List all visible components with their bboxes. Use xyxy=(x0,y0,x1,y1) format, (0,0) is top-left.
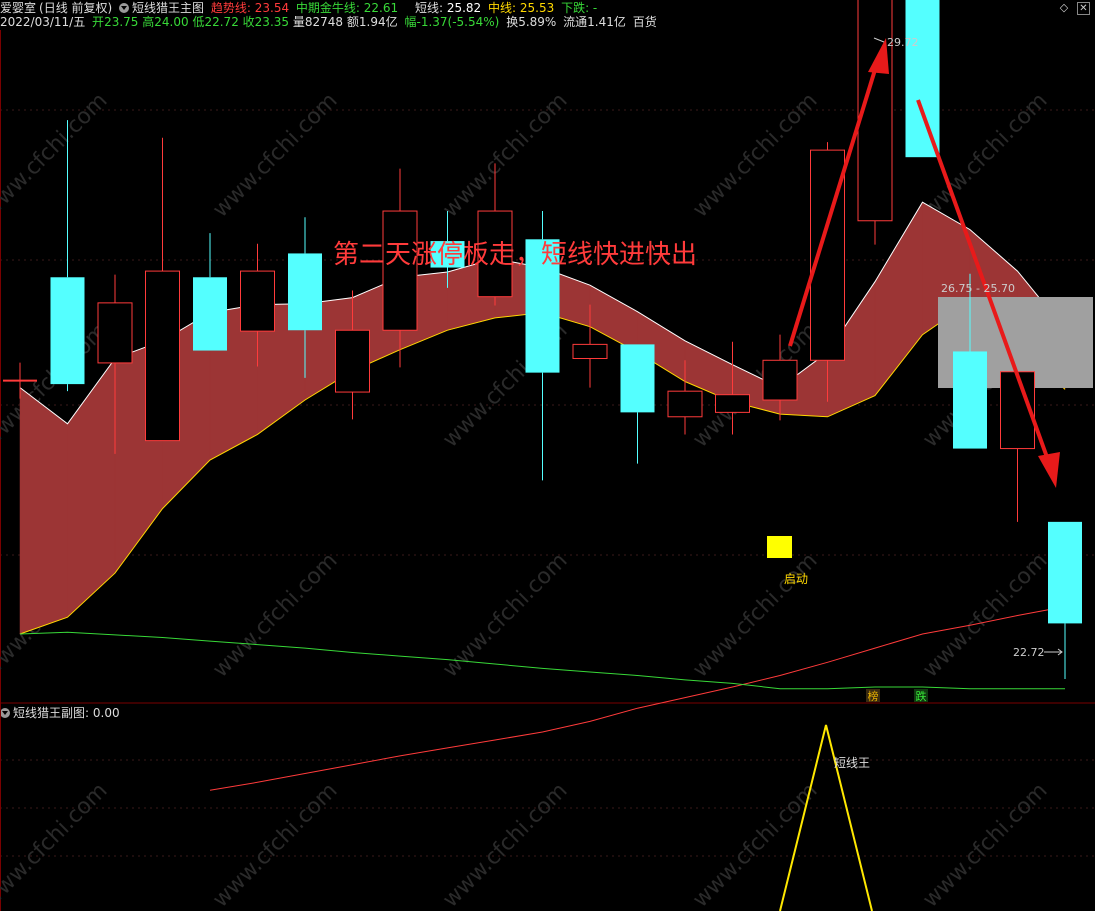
candle-body-up xyxy=(97,302,133,364)
candle-body-down xyxy=(620,344,655,413)
candle-body-down xyxy=(288,253,322,331)
low-marker: 22.72 xyxy=(1013,646,1045,659)
watermark-text: www.cfchi.com xyxy=(918,778,1052,911)
candle-body-up xyxy=(762,359,798,401)
line-趋势线 xyxy=(209,606,1066,791)
watermark-text: www.cfchi.com xyxy=(438,778,572,911)
candle-body-down xyxy=(193,277,227,351)
watermark-text: www.cfchi.com xyxy=(0,88,113,222)
high-marker: 29.72 xyxy=(887,36,919,49)
watermark-text: www.cfchi.com xyxy=(208,778,342,911)
candle-body-down xyxy=(50,277,85,385)
watermark-text: www.cfchi.com xyxy=(208,88,342,222)
arrow-down-head xyxy=(1038,452,1060,488)
watermark-text: www.cfchi.com xyxy=(208,548,342,682)
signal-label: 启动 xyxy=(784,572,808,586)
line-中期金牛线 xyxy=(19,631,1065,690)
candle-body-up xyxy=(715,394,750,413)
ribbon-segment xyxy=(874,201,923,397)
low-marker-line xyxy=(1044,648,1063,656)
watermark-text: www.cfchi.com xyxy=(688,778,822,911)
candle-body-down xyxy=(953,351,987,449)
candle-body-down xyxy=(905,0,940,158)
sub-signal-label: 短线王 xyxy=(834,756,870,770)
ribbon-segment xyxy=(19,387,68,635)
candle-body-up xyxy=(667,390,703,418)
watermark-text: www.cfchi.com xyxy=(688,88,822,222)
candle-body-up xyxy=(572,343,608,360)
ribbon-segment xyxy=(589,284,638,353)
candle xyxy=(905,0,940,158)
signal-box xyxy=(767,536,792,558)
watermark-text: www.cfchi.com xyxy=(688,548,822,682)
candle-body-up xyxy=(240,270,275,332)
tag-die: 跌 xyxy=(916,689,927,703)
watermark-text: www.cfchi.com xyxy=(438,88,572,222)
zone-label: 26.75 - 25.70 xyxy=(941,282,1015,295)
watermark-text: www.cfchi.com xyxy=(438,548,572,682)
ribbon-segment xyxy=(67,357,116,618)
watermark-text: www.cfchi.com xyxy=(0,778,113,911)
tag-bang: 榜 xyxy=(868,689,879,703)
candle-body-up xyxy=(382,210,418,331)
candle-body-down xyxy=(1048,521,1082,624)
candle xyxy=(1000,371,1035,522)
candle xyxy=(193,233,227,351)
kline-chart: www.cfchi.com www.cfchi.com www.cfchi.com w… xyxy=(0,0,1095,911)
candle xyxy=(620,344,655,464)
candle xyxy=(145,137,180,442)
candle-body-up xyxy=(145,270,180,442)
candle-body-up xyxy=(335,329,370,393)
annotation-headline: 第二天涨停板走，短线快进快出 xyxy=(333,240,697,270)
candle xyxy=(1048,521,1082,680)
watermark-text: www.cfchi.com xyxy=(918,548,1052,682)
